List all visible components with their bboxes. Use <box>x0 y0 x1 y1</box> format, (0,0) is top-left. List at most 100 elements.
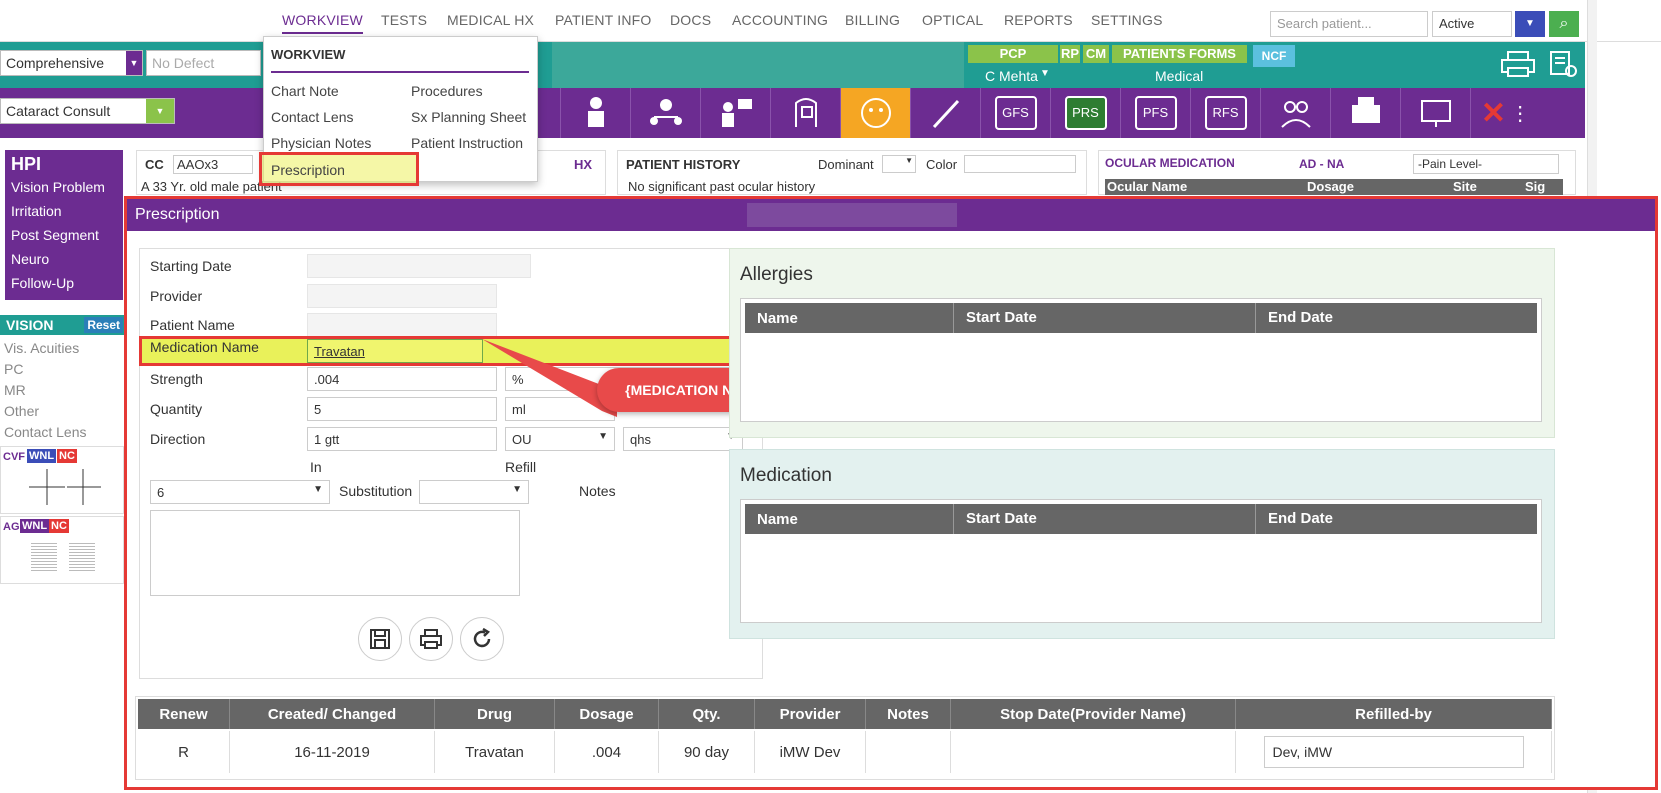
refresh-icon[interactable] <box>460 617 504 661</box>
rfs-tile[interactable]: RFS <box>1190 88 1260 138</box>
search-input[interactable]: Search patient... <box>1270 11 1428 37</box>
direction-frequency-select[interactable]: qhs▼ <box>623 427 743 451</box>
defect-select[interactable]: No Defect <box>146 50 261 76</box>
hx-link[interactable]: HX <box>574 157 592 172</box>
in-label: In <box>310 459 322 475</box>
head-book-icon[interactable] <box>770 88 840 138</box>
nav-reports[interactable]: REPORTS <box>1004 12 1073 28</box>
menu-item-patient-instruction[interactable]: Patient Instruction <box>411 135 523 151</box>
nav-workview[interactable]: WORKVIEW <box>282 12 363 34</box>
nav-optical[interactable]: OPTICAL <box>922 12 983 28</box>
menu-item-contact-lens[interactable]: Contact Lens <box>271 109 354 125</box>
cm-button[interactable]: CM <box>1083 45 1109 63</box>
exam-person-icon[interactable] <box>560 88 630 138</box>
amsler-grid-icon[interactable] <box>69 541 95 571</box>
menu-item-chart-note[interactable]: Chart Note <box>271 83 339 99</box>
rp-button[interactable]: RP <box>1060 45 1080 63</box>
template-select[interactable]: Cataract Consult ▼ <box>0 98 175 124</box>
patient-name-label: Patient Name <box>150 317 235 333</box>
menu-item-sx-planning-sheet[interactable]: Sx Planning Sheet <box>411 109 526 125</box>
monitor-icon[interactable] <box>1400 88 1470 138</box>
vision-item[interactable]: Contact Lens <box>4 424 87 440</box>
dominant-select[interactable]: ▼ <box>882 155 916 173</box>
nav-docs[interactable]: DOCS <box>670 12 711 28</box>
nc-button[interactable]: NC <box>57 449 77 463</box>
provider-label[interactable]: C Mehta <box>985 68 1038 84</box>
patient-name-input[interactable] <box>307 313 497 337</box>
pcp-button[interactable]: PCP <box>968 45 1058 63</box>
consult-icon[interactable] <box>700 88 770 138</box>
direction-input[interactable]: 1 gtt <box>307 427 497 451</box>
cvf-grid-icon[interactable] <box>29 469 101 505</box>
provider-select[interactable] <box>307 284 497 308</box>
vision-item[interactable]: PC <box>4 361 23 377</box>
nav-tests[interactable]: TESTS <box>381 12 427 28</box>
hpi-item[interactable]: Follow-Up <box>5 271 123 295</box>
menu-item-procedures[interactable]: Procedures <box>411 83 483 99</box>
prs-tile[interactable]: PRS <box>1050 88 1120 138</box>
refilled-by-input[interactable]: Dev, iMW <box>1263 736 1524 768</box>
nav-billing[interactable]: BILLING <box>845 12 900 28</box>
quantity-input[interactable]: 5 <box>307 397 497 421</box>
history-text[interactable]: No significant past ocular history <box>628 179 815 194</box>
chevron-down-icon[interactable]: ▼ <box>1515 11 1545 37</box>
patients-forms-button[interactable]: PATIENTS FORMS <box>1112 45 1247 63</box>
hpi-item[interactable]: Vision Problem <box>5 175 123 199</box>
status-select[interactable]: Active <box>1432 11 1512 37</box>
refill-select[interactable]: ▼ <box>419 480 529 504</box>
hpi-item[interactable]: Irritation <box>5 199 123 223</box>
team-icon[interactable] <box>1260 88 1330 138</box>
strength-input[interactable]: .004 <box>307 367 497 391</box>
nav-settings[interactable]: SETTINGS <box>1091 12 1163 28</box>
allergies-table: Name Start Date End Date <box>740 298 1542 422</box>
ncf-button[interactable]: NCF <box>1253 45 1295 67</box>
vision-item[interactable]: Other <box>4 403 39 419</box>
renew-link[interactable]: R <box>138 731 230 773</box>
in-select[interactable]: 6 ▼ <box>150 480 330 504</box>
allergies-panel: Allergies Name Start Date End Date <box>729 248 1555 438</box>
notes-textarea[interactable] <box>150 510 520 596</box>
save-icon[interactable] <box>358 617 402 661</box>
patient-history-title: PATIENT HISTORY <box>626 157 741 172</box>
vision-item[interactable]: MR <box>4 382 26 398</box>
face-icon[interactable] <box>840 88 910 138</box>
hpi-item[interactable]: Post Segment <box>5 223 123 247</box>
print-icon[interactable] <box>409 617 453 661</box>
gfs-tile[interactable]: GFS <box>980 88 1050 138</box>
wnl-button[interactable]: WNL <box>27 449 57 463</box>
direction-eye-select[interactable]: OU ▼ <box>505 427 615 451</box>
menu-item-physician-notes[interactable]: Physician Notes <box>271 135 371 151</box>
cc-select[interactable]: AAOx3 <box>173 155 253 174</box>
scalpel-icon[interactable] <box>910 88 980 138</box>
search-icon[interactable]: ⌕ <box>1549 11 1579 37</box>
rfs-label: RFS <box>1204 96 1247 130</box>
nav-patient-info[interactable]: PATIENT INFO <box>555 12 652 28</box>
amsler-grid-icon[interactable] <box>31 541 57 571</box>
color-input[interactable] <box>964 155 1076 173</box>
refill-label: Refill <box>505 459 537 475</box>
vision-item[interactable]: Vis. Acuities <box>4 340 79 356</box>
printer-icon[interactable] <box>1500 50 1536 78</box>
col-header: Provider <box>755 699 866 729</box>
wnl-button[interactable]: WNL <box>20 519 50 533</box>
menu-item-prescription-highlight[interactable]: Prescription <box>259 152 419 186</box>
nav-medical-hx[interactable]: MEDICAL HX <box>447 12 534 28</box>
allergies-title: Allergies <box>740 264 813 285</box>
pain-level-select[interactable]: -Pain Level- <box>1413 154 1559 174</box>
hpi-item[interactable]: Neuro <box>5 247 123 271</box>
dominant-label: Dominant <box>818 157 874 172</box>
medication-name-input[interactable]: Travatan <box>307 339 483 363</box>
col-header: Renew <box>138 699 230 729</box>
fax-icon[interactable] <box>1330 88 1400 138</box>
exam-type-select[interactable]: Comprehensive ▼ <box>0 50 143 76</box>
notes-cell <box>866 731 951 773</box>
nav-accounting[interactable]: ACCOUNTING <box>732 12 828 28</box>
nc-button[interactable]: NC <box>49 519 69 533</box>
document-settings-icon[interactable] <box>1548 50 1578 78</box>
pfs-tile[interactable]: PFS <box>1120 88 1190 138</box>
starting-date-input[interactable] <box>307 254 531 278</box>
network-icon[interactable] <box>630 88 700 138</box>
menu-item-prescription[interactable]: Prescription <box>271 162 345 178</box>
close-icon[interactable]: ✕ ⋮ <box>1470 88 1540 138</box>
reset-button[interactable]: Reset <box>84 317 123 333</box>
